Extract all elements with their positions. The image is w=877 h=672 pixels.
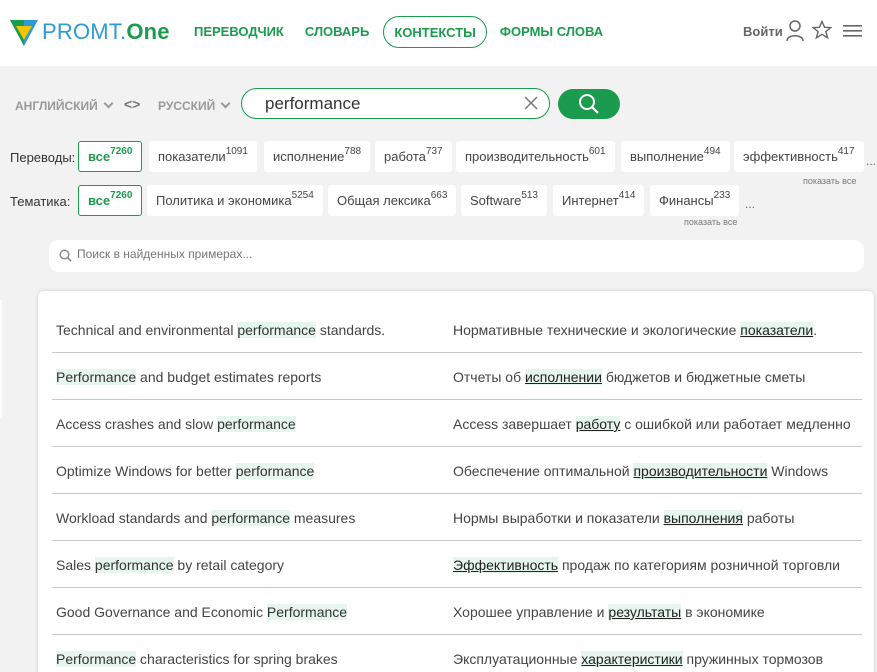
example-source: Performance characteristics for spring b… [56, 651, 338, 667]
example-translation: Эффективность продаж по категориям розни… [453, 557, 840, 573]
topics-more[interactable]: ... [745, 197, 755, 211]
example-filter-input[interactable] [77, 247, 777, 261]
promt-logo[interactable]: PROMT.One [9, 16, 170, 48]
translation-chip[interactable]: работа737 [375, 141, 452, 172]
swap-languages-button[interactable]: <> [124, 96, 140, 112]
translation-chip[interactable]: выполнение494 [621, 141, 730, 172]
example-row[interactable]: Access crashes and slow performance Acce… [52, 400, 862, 447]
search-icon [579, 94, 599, 114]
chevron-down-icon [103, 98, 114, 109]
search-input[interactable]: performance [241, 88, 550, 119]
topics-label: Тематика: [10, 194, 71, 209]
nav-translator[interactable]: ПЕРЕВОДЧИК [186, 16, 292, 48]
example-source: Technical and environmental performance … [56, 322, 386, 338]
example-source: Workload standards and performance measu… [56, 510, 356, 526]
target-language-label: РУССКИЙ [158, 99, 216, 113]
logo-text: PROMT.One [42, 19, 170, 44]
source-language-select[interactable]: АНГЛИЙСКИЙ [15, 98, 114, 113]
example-row[interactable]: Performance characteristics for spring b… [52, 635, 862, 672]
example-row[interactable]: Technical and environmental performance … [52, 306, 862, 353]
nav-contexts[interactable]: КОНТЕКСТЫ [383, 16, 487, 48]
left-strip [0, 300, 2, 418]
example-source: Performance and budget estimates reports [56, 369, 322, 385]
header: PROMT.One ПЕРЕВОДЧИК СЛОВАРЬ КОНТЕКСТЫ Ф… [0, 0, 877, 66]
examples-card: Technical and environmental performance … [38, 291, 874, 672]
search-button[interactable] [558, 89, 620, 119]
clear-icon[interactable] [523, 94, 539, 112]
example-translation: Хорошее управление и результаты в эконом… [453, 604, 765, 620]
search-icon [59, 249, 72, 262]
example-row[interactable]: Workload standards and performance measu… [52, 494, 862, 541]
main-nav: ПЕРЕВОДЧИК СЛОВАРЬ КОНТЕКСТЫ ФОРМЫ СЛОВА [186, 16, 616, 48]
example-row[interactable]: Optimize Windows for better performance … [52, 447, 862, 494]
user-icon[interactable] [786, 20, 804, 42]
translations-show-all[interactable]: показать все [803, 176, 856, 186]
example-filter[interactable] [49, 240, 864, 272]
example-row[interactable]: Sales performance by retail category Эфф… [52, 541, 862, 588]
example-source: Good Governance and Economic Performance [56, 604, 348, 620]
chevron-down-icon [220, 98, 231, 109]
nav-word-forms[interactable]: ФОРМЫ СЛОВА [492, 16, 611, 48]
search-query: performance [265, 94, 361, 113]
example-source: Sales performance by retail category [56, 557, 285, 573]
star-icon[interactable] [812, 20, 832, 40]
translation-chip[interactable]: производительность601 [456, 141, 615, 172]
example-translation: Обеспечение оптимальной производительнос… [453, 463, 829, 479]
login-link[interactable]: Войти [743, 24, 783, 39]
example-translation: Эксплуатационные характеристики пружинны… [453, 651, 824, 667]
example-translation: Нормативные технические и экологические … [453, 322, 818, 338]
nav-dictionary[interactable]: СЛОВАРЬ [297, 16, 377, 48]
translations-more[interactable]: ... [866, 154, 876, 168]
topic-chip[interactable]: Политика и экономика5254 [147, 185, 323, 216]
example-row[interactable]: Performance and budget estimates reports… [52, 353, 862, 400]
example-source: Optimize Windows for better performance [56, 463, 315, 479]
menu-icon[interactable] [843, 24, 862, 38]
target-language-select[interactable]: РУССКИЙ [158, 98, 231, 113]
translations-label: Переводы: [10, 150, 76, 165]
translation-chip[interactable]: эффективность417 [734, 141, 864, 172]
example-translation: Access завершает работу с ошибкой или ра… [453, 416, 851, 432]
topic-chip[interactable]: Software513 [461, 185, 547, 216]
example-source: Access crashes and slow performance [56, 416, 296, 432]
topics-show-all[interactable]: показать все [684, 217, 737, 227]
translation-chip[interactable]: показатели1091 [149, 141, 257, 172]
example-row[interactable]: Good Governance and Economic Performance… [52, 588, 862, 635]
example-translation: Отчеты об исполнении бюджетов и бюджетны… [453, 369, 806, 385]
topic-chip[interactable]: Финансы233 [650, 185, 740, 216]
translation-chip[interactable]: исполнение788 [264, 141, 371, 172]
source-language-label: АНГЛИЙСКИЙ [15, 99, 98, 113]
example-translation: Нормы выработки и показатели выполнения … [453, 510, 795, 526]
topic-chip-all[interactable]: все7260 [78, 185, 143, 216]
promt-logo-icon [10, 20, 38, 46]
topic-chip[interactable]: Интернет414 [553, 185, 645, 216]
translation-chip-all[interactable]: все7260 [78, 141, 143, 172]
topic-chip[interactable]: Общая лексика663 [328, 185, 457, 216]
